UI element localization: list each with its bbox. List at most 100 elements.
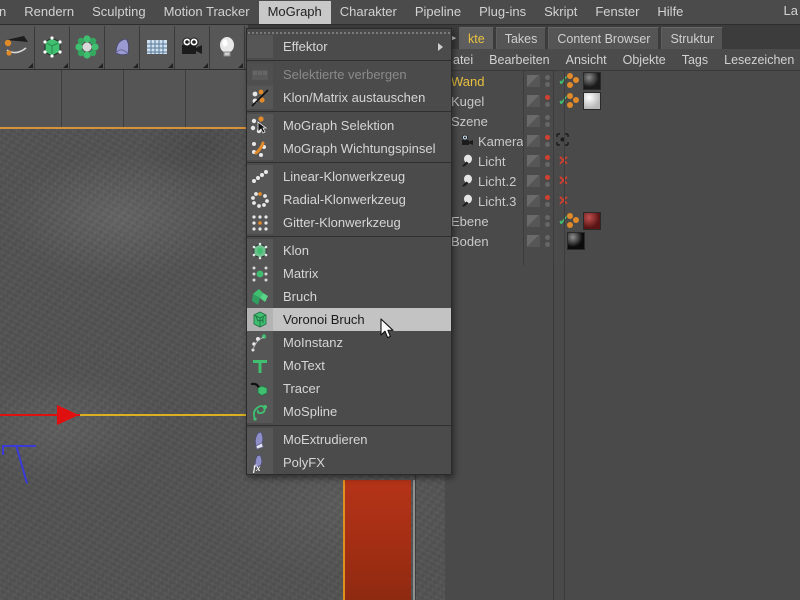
deformer-grid-button[interactable]: [140, 25, 175, 69]
menu-item-fenster[interactable]: Fenster: [586, 1, 648, 24]
menu-item-mograph-selektion[interactable]: MoGraph Selektion: [247, 114, 451, 137]
menu-item-sculpting[interactable]: Sculpting: [83, 1, 154, 24]
visibility-render-dot[interactable]: [545, 222, 550, 227]
visibility-render-dot[interactable]: [545, 162, 550, 167]
om-menu-bearbeiten[interactable]: Bearbeiten: [481, 53, 557, 67]
tab-struktur[interactable]: Struktur: [661, 27, 724, 49]
object-row[interactable]: Kugel✓: [445, 91, 800, 111]
menu-item-moinstanz[interactable]: MoInstanz: [247, 331, 451, 354]
object-list[interactable]: Wand✓Kugel✓SzeneKameraLicht✕Licht.2✕Lich…: [445, 71, 800, 265]
object-row[interactable]: Licht.3✕: [445, 191, 800, 211]
menu-item-bruch[interactable]: Bruch: [247, 285, 451, 308]
layer-swatch[interactable]: [527, 135, 540, 147]
menu-item-truncated[interactable]: n: [0, 1, 15, 24]
menu-item-charakter[interactable]: Charakter: [331, 1, 406, 24]
menu-item-radial-klonwerkzeug[interactable]: Radial-Klonwerkzeug: [247, 188, 451, 211]
object-row[interactable]: Wand✓: [445, 71, 800, 91]
visibility-editor-dot[interactable]: [545, 175, 550, 180]
menu-item-layout[interactable]: La: [784, 3, 798, 18]
menu-item-motion-tracker[interactable]: Motion Tracker: [155, 1, 259, 24]
tab-objekte[interactable]: kte: [459, 27, 494, 49]
material-tag-group[interactable]: [565, 92, 601, 110]
object-row[interactable]: Ebene✓: [445, 211, 800, 231]
object-row[interactable]: Licht✕: [445, 151, 800, 171]
object-name-cell[interactable]: Szene: [451, 114, 488, 129]
visibility-editor-dot[interactable]: [545, 195, 550, 200]
layer-swatch[interactable]: [527, 175, 540, 187]
visibility-editor-dot[interactable]: [545, 215, 550, 220]
material-tag-group[interactable]: [565, 232, 585, 250]
menu-item-pipeline[interactable]: Pipeline: [406, 1, 470, 24]
spline-tool-button[interactable]: [105, 25, 140, 69]
visibility-editor-dot[interactable]: [545, 115, 550, 120]
menu-item-matrix[interactable]: Matrix: [247, 262, 451, 285]
layer-swatch[interactable]: [527, 195, 540, 207]
visibility-render-dot[interactable]: [545, 102, 550, 107]
visibility-render-dot[interactable]: [545, 182, 550, 187]
object-name-cell[interactable]: Wand: [451, 74, 484, 89]
visibility-editor-dot[interactable]: [545, 75, 550, 80]
visibility-render-dot[interactable]: [545, 82, 550, 87]
menu-item-skript[interactable]: Skript: [535, 1, 586, 24]
visibility-editor-dot[interactable]: [545, 235, 550, 240]
visibility-editor-dot[interactable]: [545, 95, 550, 100]
menu-item-rendern[interactable]: Rendern: [15, 1, 83, 24]
menu-item-tracer[interactable]: Tracer: [247, 377, 451, 400]
visibility-render-dot[interactable]: [545, 122, 550, 127]
visibility-render-dot[interactable]: [545, 242, 550, 247]
object-name-cell[interactable]: Ebene: [451, 214, 489, 229]
object-name-cell[interactable]: Licht.3: [461, 194, 516, 209]
menu-item-polyfx[interactable]: fx PolyFX: [247, 451, 451, 474]
material-tag-dark[interactable]: [567, 232, 585, 250]
camera-button[interactable]: [175, 25, 210, 69]
menu-item-plugins[interactable]: Plug-ins: [470, 1, 535, 24]
menu-item-moextrudieren[interactable]: MoExtrudieren: [247, 428, 451, 451]
cube-primitive-button[interactable]: [35, 25, 70, 69]
object-row[interactable]: Szene: [445, 111, 800, 131]
visibility-render-dot[interactable]: [545, 202, 550, 207]
object-name-cell[interactable]: Kamera: [461, 134, 524, 149]
menu-item-mospline[interactable]: MoSpline: [247, 400, 451, 423]
menu-item-voronoi-bruch[interactable]: Voronoi Bruch: [247, 308, 451, 331]
layer-swatch[interactable]: [527, 115, 540, 127]
material-tag-white[interactable]: [583, 92, 601, 110]
material-tag-red[interactable]: [583, 212, 601, 230]
layer-swatch[interactable]: [527, 215, 540, 227]
object-name-cell[interactable]: Boden: [451, 234, 489, 249]
om-menu-lesezeichen[interactable]: Lesezeichen: [716, 53, 800, 67]
menu-item-mograph-wichtungspinsel[interactable]: MoGraph Wichtungspinsel: [247, 137, 451, 160]
visibility-render-dot[interactable]: [545, 142, 550, 147]
mograph-cloner-button[interactable]: [70, 25, 105, 69]
menu-item-motext[interactable]: MoText: [247, 354, 451, 377]
object-name-cell[interactable]: Kugel: [451, 94, 484, 109]
object-row[interactable]: Boden: [445, 231, 800, 251]
menu-item-selektierte-verbergen[interactable]: Selektierte verbergen: [247, 63, 451, 86]
om-menu-objekte[interactable]: Objekte: [615, 53, 674, 67]
layer-swatch[interactable]: [527, 95, 540, 107]
object-row[interactable]: Licht.2✕: [445, 171, 800, 191]
axis-x-arrow-handle[interactable]: [57, 405, 79, 425]
menu-item-klon-matrix-austauschen[interactable]: Klon/Matrix austauschen: [247, 86, 451, 109]
visibility-editor-dot[interactable]: [545, 135, 550, 140]
menu-item-mograph[interactable]: MoGraph: [258, 0, 331, 24]
om-menu-tags[interactable]: Tags: [674, 53, 716, 67]
object-name-cell[interactable]: Licht: [461, 154, 505, 169]
layer-swatch[interactable]: [527, 155, 540, 167]
material-tag-group[interactable]: [565, 72, 601, 90]
menu-item-hilfe[interactable]: Hilfe: [648, 1, 692, 24]
material-tag-group[interactable]: [565, 212, 601, 230]
object-row[interactable]: Kamera: [445, 131, 800, 151]
wall-object-red[interactable]: [343, 480, 411, 600]
move-tool-button[interactable]: [0, 25, 35, 69]
light-button[interactable]: [210, 25, 245, 69]
visibility-editor-dot[interactable]: [545, 155, 550, 160]
menu-item-effektor[interactable]: Effektor: [247, 35, 451, 58]
object-name-cell[interactable]: Licht.2: [461, 174, 516, 189]
menu-item-gitter-klonwerkzeug[interactable]: Gitter-Klonwerkzeug: [247, 211, 451, 234]
mograph-dropdown-menu[interactable]: Effektor Selektierte verbergen Klon/Matrix…: [246, 28, 452, 475]
tab-content-browser[interactable]: Content Browser: [548, 27, 660, 49]
layer-swatch[interactable]: [527, 75, 540, 87]
menu-item-linear-klonwerkzeug[interactable]: Linear-Klonwerkzeug: [247, 165, 451, 188]
menu-item-klon[interactable]: Klon: [247, 239, 451, 262]
tab-takes[interactable]: Takes: [495, 27, 547, 49]
